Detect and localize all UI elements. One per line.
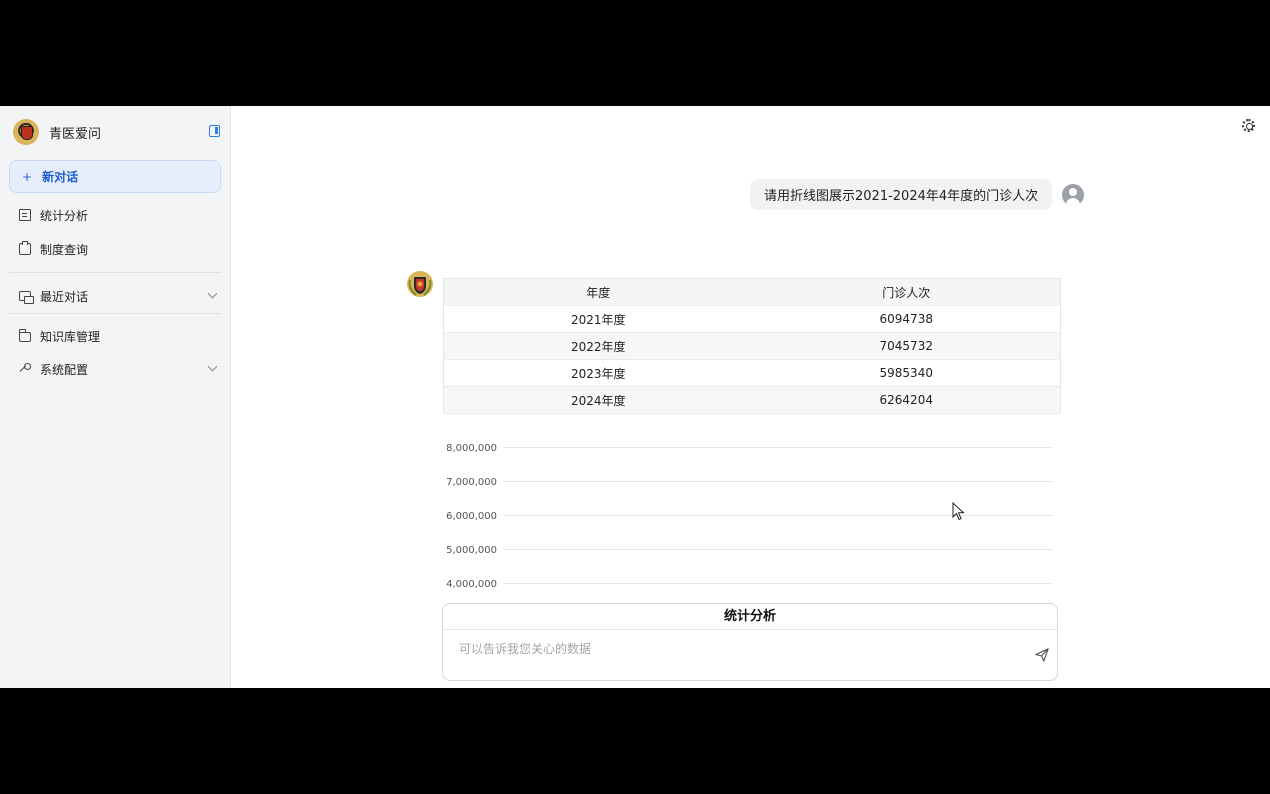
sidebar-item-knowledge-base[interactable]: 知识库管理	[19, 326, 219, 346]
y-tick-label: 8,000,000	[446, 443, 497, 454]
chevron-down-icon[interactable]	[207, 361, 218, 372]
brand-name: 青医爱问	[49, 126, 102, 142]
sidebar-item-label: 统计分析	[40, 208, 89, 223]
folder-icon	[19, 329, 31, 342]
column-header: 门诊人次	[752, 278, 1061, 306]
hospital-logo-icon	[13, 119, 39, 145]
wrench-icon	[19, 363, 31, 375]
plus-icon: +	[22, 169, 33, 184]
table-cell: 5985340	[752, 359, 1061, 387]
new-chat-label: 新对话	[42, 170, 79, 184]
user-message: 请用折线图展示2021-2024年4年度的门诊人次	[750, 179, 1053, 210]
composer: 统计分析	[442, 603, 1058, 681]
result-table: 年度 门诊人次 2021年度 6094738 2022年度 7045732 20…	[443, 278, 1061, 414]
user-avatar-icon	[1062, 184, 1084, 206]
table-cell: 7045732	[752, 332, 1061, 360]
assistant-logo-icon	[407, 271, 433, 297]
new-chat-button[interactable]: + 新对话	[9, 160, 221, 193]
table-cell: 2024年度	[443, 386, 753, 414]
chevron-down-icon[interactable]	[207, 288, 218, 299]
sidebar-collapse-icon[interactable]	[209, 125, 220, 137]
mouse-cursor-icon	[952, 502, 965, 521]
sidebar-item-label: 系统配置	[40, 362, 89, 377]
table-cell: 6094738	[752, 305, 1061, 333]
table-cell: 6264204	[752, 386, 1061, 414]
sidebar-item-label: 制度查询	[40, 242, 89, 257]
table-row: 2022年度 7045732	[443, 332, 1061, 360]
settings-icon[interactable]	[1242, 119, 1255, 132]
y-tick-label: 5,000,000	[446, 545, 497, 556]
y-tick-label: 4,000,000	[446, 579, 497, 590]
app-window: 青医爱问 + 新对话 统计分析 制度查询 最近对话 知识库管理 系统配置 请用折…	[0, 106, 1270, 688]
chat-history-icon	[19, 291, 34, 304]
table-row: 2024年度 6264204	[443, 386, 1061, 414]
brand: 青医爱问	[13, 119, 101, 145]
y-tick-label: 7,000,000	[446, 477, 497, 488]
sidebar-item-statistics[interactable]: 统计分析	[19, 205, 219, 225]
line-chart: 8,000,000 7,000,000 6,000,000 5,000,000 4,00…	[446, 443, 1053, 590]
sidebar: 青医爱问 + 新对话 统计分析 制度查询 最近对话 知识库管理 系统配置	[0, 106, 231, 688]
sidebar-item-label: 知识库管理	[40, 329, 101, 344]
sidebar-item-label: 最近对话	[40, 289, 89, 304]
document-icon	[19, 209, 31, 221]
sidebar-item-policy-query[interactable]: 制度查询	[19, 239, 219, 259]
message-input[interactable]	[459, 642, 1019, 656]
table-cell: 2021年度	[443, 305, 753, 333]
divider	[9, 313, 221, 314]
divider	[9, 272, 221, 273]
table-row: 2023年度 5985340	[443, 359, 1061, 387]
sidebar-item-recent-chats[interactable]: 最近对话	[19, 286, 219, 306]
table-header-row: 年度 门诊人次	[443, 278, 1061, 306]
send-icon[interactable]	[1035, 648, 1049, 662]
y-tick-label: 6,000,000	[446, 511, 497, 522]
column-header: 年度	[443, 278, 753, 306]
sidebar-item-system-config[interactable]: 系统配置	[19, 359, 219, 379]
clipboard-icon	[19, 241, 31, 255]
table-cell: 2023年度	[443, 359, 753, 387]
table-cell: 2022年度	[443, 332, 753, 360]
composer-mode-title: 统计分析	[443, 604, 1057, 630]
table-row: 2021年度 6094738	[443, 305, 1061, 333]
